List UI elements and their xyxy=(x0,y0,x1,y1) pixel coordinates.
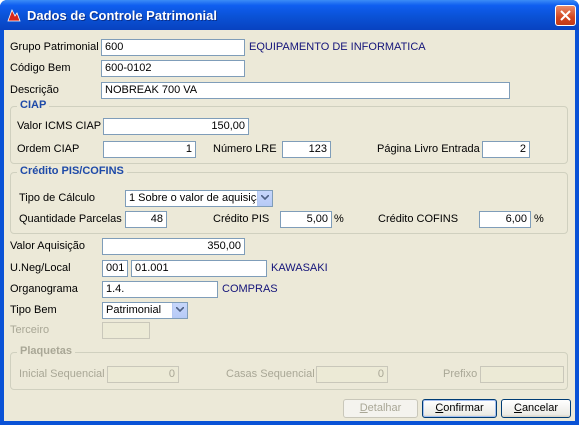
cancelar-mnemonic: C xyxy=(513,402,522,414)
ordem-ciap-label: Ordem CIAP xyxy=(17,143,80,155)
valor-aquisicao-label: Valor Aquisição xyxy=(10,240,86,252)
credito-pis-percent: % xyxy=(334,213,344,225)
cancelar-label: ancelar xyxy=(521,402,559,414)
local-input[interactable]: 01.001 xyxy=(131,260,267,277)
close-icon xyxy=(560,10,571,21)
title-bar[interactable]: Dados de Controle Patrimonial xyxy=(0,0,579,30)
inicial-sequencial-input: 0 xyxy=(107,366,179,383)
uneg-local-label: U.Neg/Local xyxy=(10,262,71,274)
codigo-input[interactable]: 600-0102 xyxy=(101,60,245,77)
ciap-group-title: CIAP xyxy=(17,99,50,111)
dropdown-arrow[interactable] xyxy=(257,191,272,206)
credito-pis-label: Crédito PIS xyxy=(213,213,270,225)
numero-lre-label: Número LRE xyxy=(213,143,277,155)
numero-lre-input[interactable]: 123 xyxy=(282,141,331,158)
quantidade-parcelas-input[interactable]: 48 xyxy=(125,211,167,228)
valor-aquisicao-input[interactable]: 350,00 xyxy=(102,238,245,255)
detalhar-label: etalhar xyxy=(367,402,402,414)
window-title: Dados de Controle Patrimonial xyxy=(27,8,217,23)
terceiro-label: Terceiro xyxy=(10,324,50,336)
tipo-bem-select[interactable]: Patrimonial xyxy=(102,302,188,319)
tipo-bem-value: Patrimonial xyxy=(106,304,162,316)
plaquetas-group: Plaquetas Inicial Sequencial 0 Casas Seq… xyxy=(10,345,568,390)
cancelar-button[interactable]: Cancelar xyxy=(501,399,571,418)
prefixo-label: Prefixo xyxy=(443,368,478,380)
terceiro-input xyxy=(102,322,150,339)
organograma-input[interactable]: 1.4. xyxy=(102,281,218,298)
ciap-group: CIAP Valor ICMS CIAP 150,00 Ordem CIAP 1… xyxy=(10,99,568,164)
tipo-bem-label: Tipo Bem xyxy=(10,304,57,316)
chevron-down-icon xyxy=(261,195,269,200)
valor-icms-input[interactable]: 150,00 xyxy=(103,118,249,135)
pagina-livro-input[interactable]: 2 xyxy=(482,141,530,158)
detalhar-button[interactable]: Detalhar xyxy=(343,399,418,418)
plaquetas-group-title: Plaquetas xyxy=(17,345,75,357)
prefixo-input xyxy=(480,366,564,383)
credito-cofins-input[interactable]: 6,00 xyxy=(479,211,531,228)
quantidade-parcelas-label: Quantidade Parcelas xyxy=(19,213,122,225)
casas-sequencial-input: 0 xyxy=(316,366,388,383)
codigo-label: Código Bem xyxy=(10,62,71,74)
ordem-ciap-input[interactable]: 1 xyxy=(103,141,196,158)
detalhar-mnemonic: D xyxy=(359,402,368,414)
grupo-input[interactable]: 600 xyxy=(101,39,245,56)
grupo-label: Grupo Patrimonial xyxy=(10,41,99,53)
confirmar-button[interactable]: Confirmar xyxy=(422,399,497,418)
descricao-label: Descrição xyxy=(10,84,59,96)
pis-cofins-group: Crédito PIS/COFINS Tipo de Cálculo 1 Sob… xyxy=(10,165,568,234)
uneg-description: KAWASAKI xyxy=(271,262,328,274)
dropdown-arrow[interactable] xyxy=(172,303,187,318)
tipo-calculo-value: 1 Sobre o valor de aquisição xyxy=(129,192,269,204)
credito-cofins-percent: % xyxy=(534,213,544,225)
app-icon xyxy=(6,7,22,23)
casas-sequencial-label: Casas Sequencial xyxy=(226,368,315,380)
dialog-body: Grupo Patrimonial 600 EQUIPAMENTO DE INF… xyxy=(4,30,575,421)
pagina-livro-label: Página Livro Entrada xyxy=(377,143,480,155)
valor-icms-label: Valor ICMS CIAP xyxy=(17,120,102,132)
grupo-description: EQUIPAMENTO DE INFORMATICA xyxy=(249,41,426,53)
organograma-description: COMPRAS xyxy=(222,283,278,295)
dialog-window: Dados de Controle Patrimonial Grupo Patr… xyxy=(0,0,579,425)
inicial-sequencial-label: Inicial Sequencial xyxy=(19,368,105,380)
organograma-label: Organograma xyxy=(10,283,78,295)
close-button[interactable] xyxy=(555,5,576,26)
chevron-down-icon xyxy=(176,307,184,312)
pis-cofins-group-title: Crédito PIS/COFINS xyxy=(17,165,127,177)
tipo-calculo-label: Tipo de Cálculo xyxy=(19,192,96,204)
credito-cofins-label: Crédito COFINS xyxy=(378,213,459,225)
tipo-calculo-select[interactable]: 1 Sobre o valor de aquisição xyxy=(125,190,273,207)
descricao-input[interactable]: NOBREAK 700 VA xyxy=(101,82,510,99)
uneg-code-input[interactable]: 001 xyxy=(102,260,128,277)
credito-pis-input[interactable]: 5,00 xyxy=(280,211,332,228)
confirmar-label: onfirmar xyxy=(443,402,484,414)
